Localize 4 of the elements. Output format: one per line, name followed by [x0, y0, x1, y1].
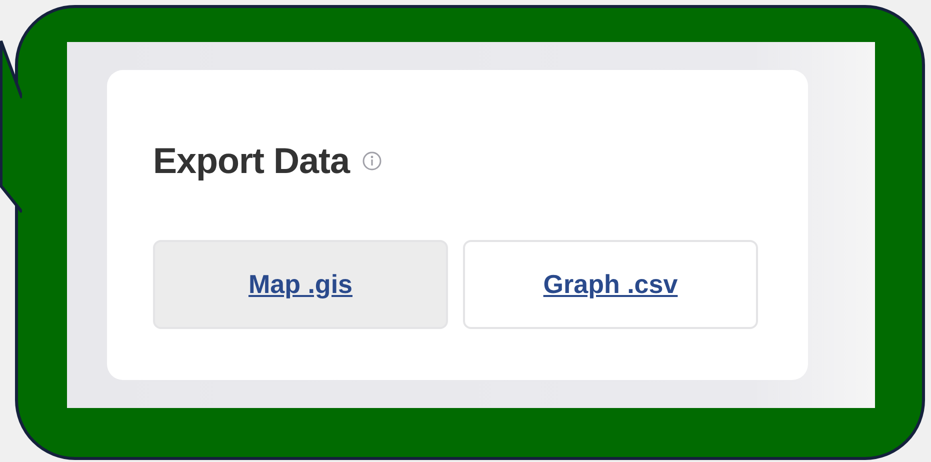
card-title: Export Data: [153, 140, 350, 182]
export-button[interactable]: Graph .csv: [463, 240, 758, 329]
export-button[interactable]: Map .gis: [153, 240, 448, 329]
info-icon: [362, 151, 382, 171]
